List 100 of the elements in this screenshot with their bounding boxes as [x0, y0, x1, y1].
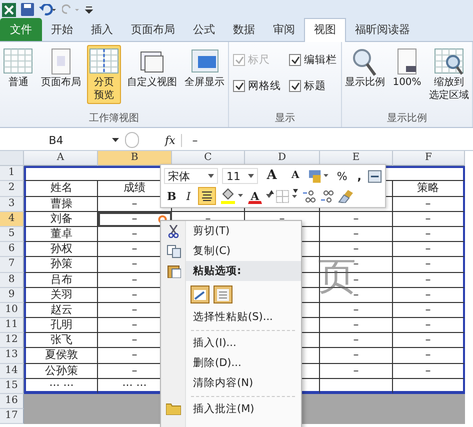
comma-button[interactable]: ,	[354, 167, 364, 185]
ribbon-tab[interactable]: 数据	[224, 19, 264, 41]
brush-icon[interactable]	[338, 189, 354, 203]
table-cell: 吕布	[24, 272, 98, 288]
borders-icon[interactable]	[276, 190, 298, 202]
dropdown-icon[interactable]	[112, 138, 119, 142]
ribbon-tab[interactable]: 文件	[0, 18, 42, 41]
checkbox[interactable]: 网格线	[233, 79, 281, 93]
font-color-button[interactable]: A	[248, 188, 262, 204]
row-header[interactable]: 12	[0, 333, 24, 348]
table-cell: 赵云	[24, 302, 98, 318]
ribbon-button[interactable]: 缩放到 选定区域	[427, 45, 471, 104]
zoom-grid-icon	[434, 47, 464, 77]
row-header[interactable]: 2	[0, 181, 24, 197]
table-cell: –	[320, 318, 393, 334]
formula-field[interactable]: –	[182, 134, 473, 146]
group-label: 工作簿视图	[88, 112, 140, 126]
ribbon-button[interactable]: 100%	[390, 45, 424, 92]
table-cell: –	[393, 272, 465, 288]
italic-button[interactable]: I	[183, 187, 194, 205]
row-header[interactable]: 13	[0, 348, 24, 364]
table-cell: –	[393, 364, 465, 379]
ribbon-tab[interactable]: 页面布局	[122, 19, 184, 41]
table-cell: 孙权	[24, 242, 98, 258]
dropdown-icon[interactable]	[266, 194, 272, 198]
merge-cells-icon[interactable]	[368, 170, 382, 182]
group-label: 显示比例	[386, 112, 428, 126]
checkmark-icon	[234, 56, 244, 64]
button-label: 分页	[94, 77, 114, 90]
customize-icon[interactable]	[85, 4, 93, 14]
row-header[interactable]: 15	[0, 378, 24, 394]
name-box[interactable]: B4	[0, 134, 112, 146]
row-header[interactable]: 14	[0, 364, 24, 379]
ribbon-button[interactable]: 页面布局	[39, 45, 84, 92]
checkbox[interactable]: 标题	[289, 79, 337, 93]
table-cell: –	[393, 242, 465, 258]
row-header[interactable]: 11	[0, 318, 24, 334]
row-header[interactable]: 16	[0, 394, 24, 410]
ribbon-tab[interactable]: 开始	[42, 19, 82, 41]
row-header[interactable]: 9	[0, 288, 24, 303]
up-arrow-icon	[269, 190, 274, 194]
format-icon[interactable]	[308, 169, 330, 183]
undo-icon[interactable]	[39, 4, 57, 16]
row-header[interactable]: 8	[0, 272, 24, 288]
ribbon-button[interactable]: 显示比例	[343, 45, 387, 92]
table-cell: –	[320, 333, 393, 348]
table-cell: –	[393, 212, 465, 227]
row-header[interactable]: 10	[0, 302, 24, 318]
table-cell: –	[393, 257, 465, 272]
insert-function-button[interactable]: fx	[159, 134, 182, 146]
font-size-dropdown[interactable]: 11	[222, 168, 258, 184]
table-cell: 孔明	[24, 318, 98, 334]
row-header[interactable]: 17	[0, 409, 24, 424]
table-cell: –	[393, 226, 465, 242]
center-align-button[interactable]	[198, 187, 216, 205]
ribbon-tab[interactable]: 公式	[184, 19, 224, 41]
ribbon-tab[interactable]: 视图	[304, 18, 346, 42]
table-cell: 张飞	[24, 333, 98, 348]
ribbon-button[interactable]: 全屏显示	[182, 45, 227, 92]
paste-values-icon[interactable]	[213, 284, 233, 304]
row-header[interactable]: 4	[0, 212, 24, 227]
grow-font-button[interactable]: A	[262, 167, 282, 185]
ribbon-tab[interactable]: 审阅	[264, 19, 304, 41]
clipboard-icon	[166, 264, 180, 278]
menu-item[interactable]: 插入批注(M)	[161, 399, 301, 419]
column-header[interactable]: B	[98, 151, 172, 166]
increase-decimal-icon[interactable]	[302, 190, 316, 202]
table-cell: –	[393, 302, 465, 318]
percent-button[interactable]: %	[334, 167, 350, 185]
ribbon-button[interactable]: 自定义视图	[124, 45, 179, 92]
save-icon[interactable]	[21, 3, 34, 16]
align-center-icon	[200, 191, 213, 201]
group-label: 显示	[274, 112, 296, 126]
checkmark-icon	[290, 82, 300, 90]
ribbon-button[interactable]: 分页 预览	[86, 45, 121, 104]
table-cell: 关羽	[24, 288, 98, 303]
column-header[interactable]: F	[393, 151, 465, 166]
font-dropdown[interactable]: 宋体	[164, 168, 218, 184]
ribbon-button[interactable]: 普通	[1, 45, 36, 92]
decrease-decimal-icon[interactable]	[320, 190, 334, 202]
row-header[interactable]: 7	[0, 257, 24, 272]
table-cell: –	[320, 242, 393, 258]
down-arrow-icon	[292, 189, 298, 193]
paste-icon[interactable]	[190, 284, 210, 304]
row-header[interactable]: 5	[0, 226, 24, 242]
table-cell: 公孙策	[24, 364, 98, 379]
shrink-font-button[interactable]: A	[286, 167, 305, 185]
checkbox[interactable]: 编辑栏	[289, 53, 337, 67]
ribbon-tab[interactable]: 福昕阅读器	[346, 19, 419, 41]
row-header[interactable]: 3	[0, 196, 24, 212]
folder-icon	[166, 403, 181, 415]
ribbon-tab[interactable]: 插入	[82, 19, 122, 41]
table-cell: –	[393, 348, 465, 364]
table-cell: –	[320, 226, 393, 242]
fill-color-icon[interactable]	[220, 188, 244, 204]
row-header[interactable]: 1	[0, 166, 24, 182]
row-header[interactable]: 6	[0, 242, 24, 258]
table-cell: –	[393, 196, 465, 212]
column-header[interactable]: A	[24, 151, 98, 166]
excel-logo-icon[interactable]	[2, 2, 16, 16]
